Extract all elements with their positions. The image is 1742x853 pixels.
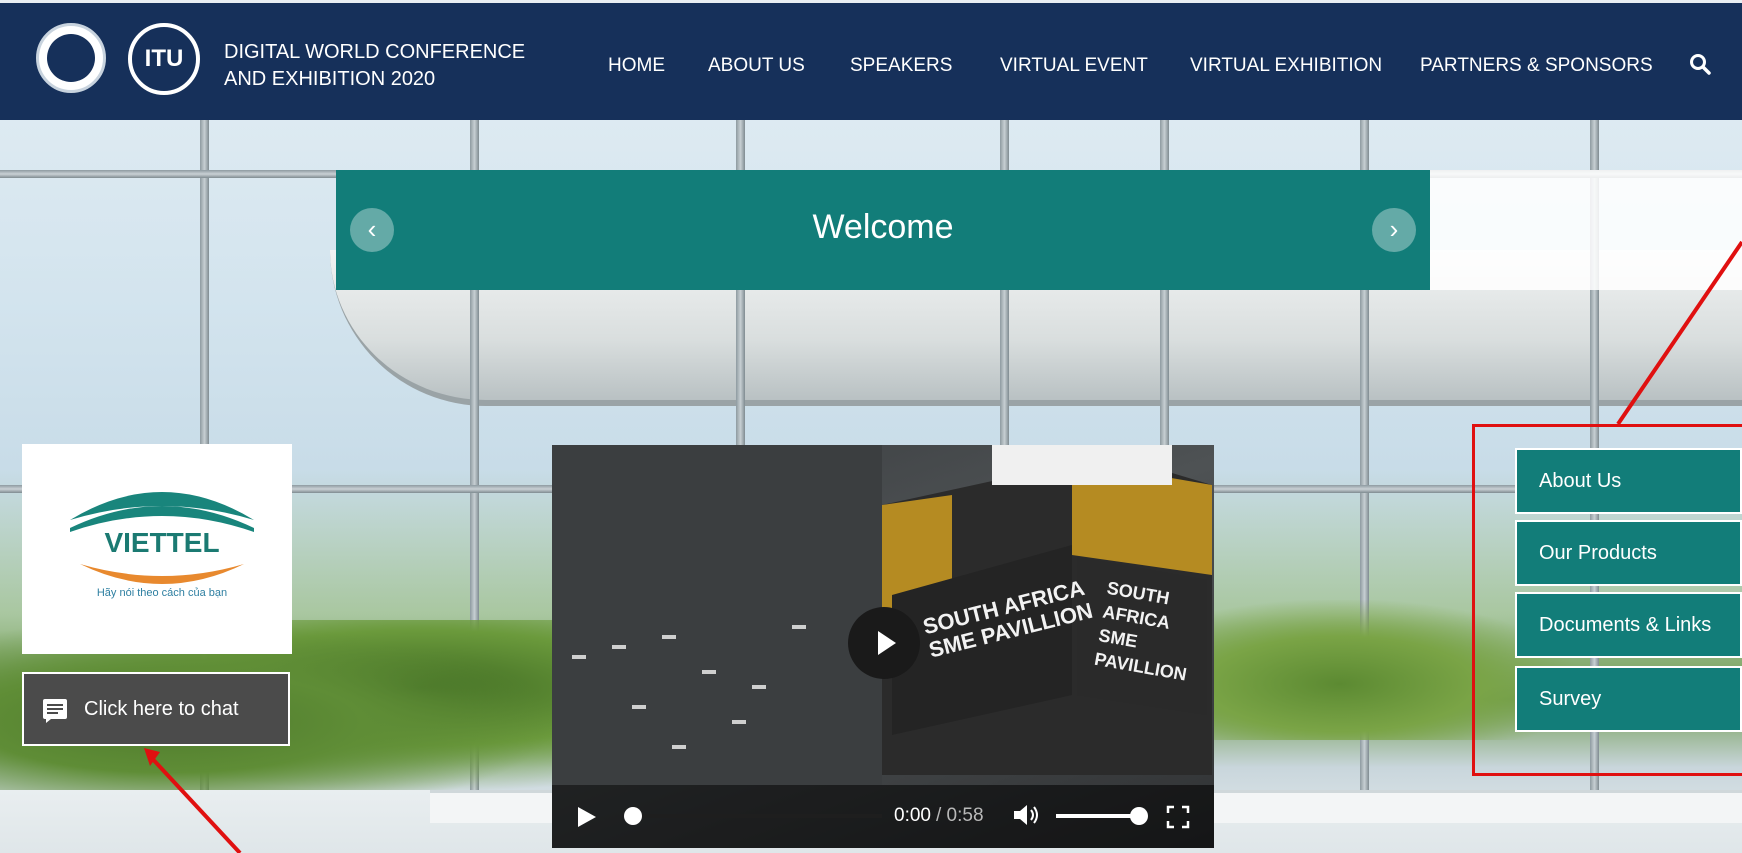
annotation-arrows <box>144 240 1742 853</box>
annotation-arrow-line <box>1616 240 1742 426</box>
annotation-arrow-line <box>146 752 242 853</box>
